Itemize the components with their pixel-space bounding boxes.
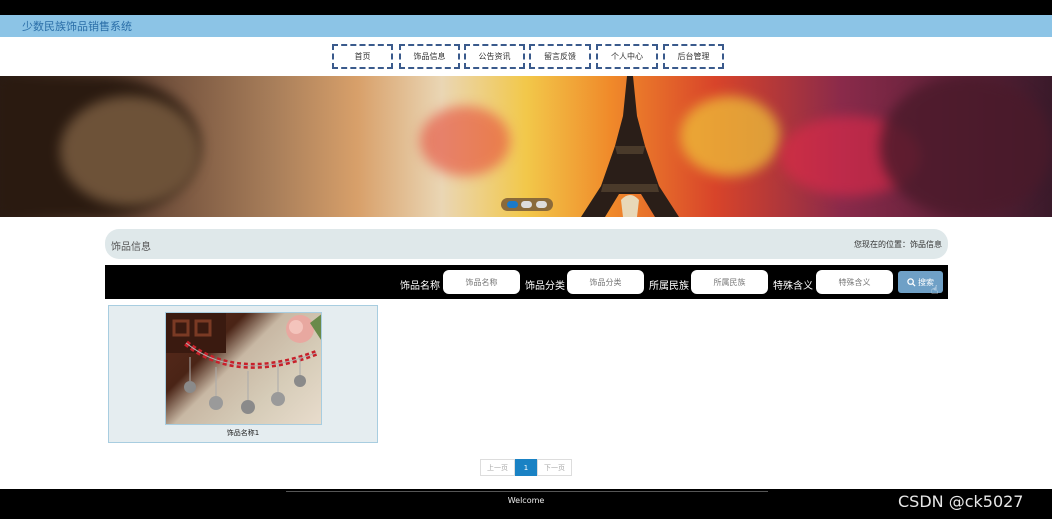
banner-dark-shape xyxy=(880,76,1052,217)
app-title: 少数民族饰品销售系统 xyxy=(22,20,132,33)
hand-cursor-icon: ☝ xyxy=(931,283,939,297)
search-input-ethnicity[interactable] xyxy=(691,270,768,294)
page-number-button[interactable]: 1 xyxy=(515,459,537,476)
bracelet-image-icon xyxy=(166,313,321,414)
watermark-text: CSDN @ck5027 xyxy=(898,492,1024,511)
breadcrumb: 您现在的位置：饰品信息 xyxy=(854,240,942,249)
main-nav: 首页 饰品信息 公告资讯 留言反馈 个人中心 后台管理 xyxy=(0,37,1052,76)
top-black-bar xyxy=(0,0,1052,15)
next-page-button[interactable]: 下一页 xyxy=(537,459,572,476)
banner-book-shape xyxy=(60,96,200,206)
nav-profile[interactable]: 个人中心 xyxy=(596,44,658,69)
banner-light-shape xyxy=(680,96,780,176)
carousel-dot[interactable] xyxy=(506,201,518,208)
eiffel-tower-icon xyxy=(581,76,679,217)
search-input-category[interactable] xyxy=(567,270,644,294)
nav-admin[interactable]: 后台管理 xyxy=(663,44,724,69)
carousel-dot[interactable] xyxy=(536,201,548,208)
nav-home[interactable]: 首页 xyxy=(332,44,393,69)
footer-divider xyxy=(286,491,768,492)
carousel-dot[interactable] xyxy=(521,201,533,208)
pagination: 上一页 1 下一页 xyxy=(480,459,572,477)
footer-welcome: Welcome xyxy=(507,496,545,505)
search-label-meaning: 特殊含义 xyxy=(773,281,813,292)
product-image[interactable] xyxy=(165,312,322,425)
prev-page-button[interactable]: 上一页 xyxy=(480,459,515,476)
section-title: 饰品信息 xyxy=(111,242,151,253)
nav-products[interactable]: 饰品信息 xyxy=(399,44,460,69)
search-label-category: 饰品分类 xyxy=(525,281,565,292)
section-header: 饰品信息 您现在的位置：饰品信息 xyxy=(105,229,948,259)
nav-news[interactable]: 公告资讯 xyxy=(464,44,525,69)
footer: Welcome xyxy=(0,489,1052,519)
carousel-indicator xyxy=(501,198,553,211)
search-bar: 饰品名称 饰品分类 所属民族 特殊含义 搜索 ☝ xyxy=(105,265,948,299)
product-card[interactable]: 饰品名称1 xyxy=(108,305,378,443)
search-input-name[interactable] xyxy=(443,270,520,294)
product-name[interactable]: 饰品名称1 xyxy=(109,428,377,438)
hero-banner[interactable] xyxy=(0,76,1052,217)
nav-feedback[interactable]: 留言反馈 xyxy=(529,44,591,69)
search-label-ethnicity: 所属民族 xyxy=(649,281,689,292)
search-input-meaning[interactable] xyxy=(816,270,893,294)
main-content: 饰品信息 您现在的位置：饰品信息 饰品名称 饰品分类 所属民族 特殊含义 搜索 … xyxy=(0,217,1052,489)
title-bar: 少数民族饰品销售系统 xyxy=(0,15,1052,37)
banner-light-shape xyxy=(420,106,510,176)
search-label-name: 饰品名称 xyxy=(400,281,440,292)
search-icon xyxy=(907,277,916,287)
